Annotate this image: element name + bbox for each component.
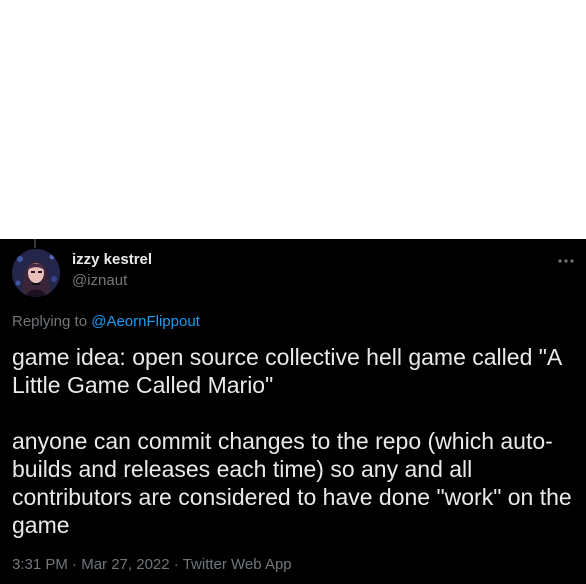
- replying-to-label: Replying to: [12, 313, 88, 330]
- replying-to-line: Replying to @AeornFlippout: [12, 313, 200, 330]
- reply-mention-link[interactable]: @AeornFlippout: [91, 313, 200, 330]
- page: izzy kestrel @iznaut Replying to @AeornF…: [0, 0, 586, 584]
- more-options-icon: [558, 259, 574, 263]
- separator: ·: [173, 556, 179, 573]
- separator: ·: [72, 556, 78, 573]
- tweet-card: izzy kestrel @iznaut Replying to @AeornF…: [0, 239, 586, 584]
- avatar-image: [12, 249, 60, 297]
- tweet-date[interactable]: Mar 27, 2022: [81, 556, 169, 573]
- tweet-time[interactable]: 3:31 PM: [12, 556, 68, 573]
- tweet-paragraph: game idea: open source collective hell g…: [12, 344, 561, 398]
- thread-connector-line: [34, 239, 36, 248]
- tweet-body: game idea: open source collective hell g…: [12, 343, 574, 539]
- author-handle[interactable]: @iznaut: [72, 272, 127, 289]
- more-options-button[interactable]: [556, 251, 576, 271]
- blank-area: [0, 0, 586, 239]
- avatar[interactable]: [12, 249, 60, 297]
- tweet-source[interactable]: Twitter Web App: [183, 556, 292, 573]
- tweet-metadata: 3:31 PM · Mar 27, 2022 · Twitter Web App: [12, 556, 292, 573]
- author-name[interactable]: izzy kestrel: [72, 251, 152, 268]
- tweet-paragraph: anyone can commit changes to the repo (w…: [12, 428, 572, 538]
